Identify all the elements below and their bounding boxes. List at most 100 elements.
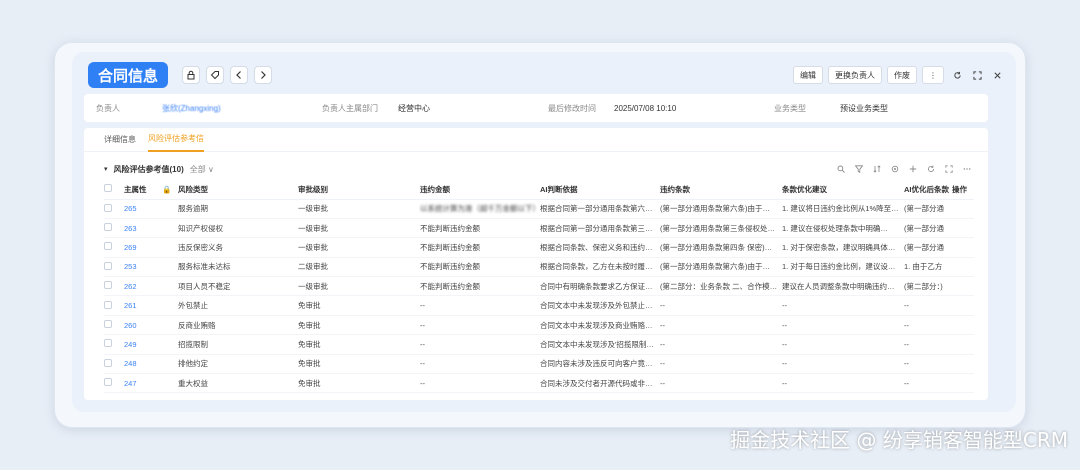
header-bar: 合同信息 编辑 更换负责人 作废 ⋮ — [88, 60, 1004, 90]
risk-type-cell: 项目人员不稳定 — [178, 276, 298, 297]
column-header[interactable]: 风险类型 — [178, 180, 298, 200]
expand-icon[interactable] — [970, 68, 984, 82]
table-row[interactable]: 263 知识产权侵权 一级审批 不能判断违约金额 根据合同第一部分通用条款第三… (第一部… — [104, 218, 974, 239]
edit-button[interactable]: 编辑 — [793, 66, 823, 84]
column-header[interactable]: 主属性 — [124, 180, 162, 200]
owner-link[interactable]: 张欣(Zhangxing) — [162, 103, 221, 114]
add-icon[interactable] — [908, 164, 918, 174]
table-row[interactable]: 247 重大权益 免审批 -- 合同未涉及交付者开源代码或非… -- -- -- — [104, 373, 974, 394]
risk-type-cell: 招揽限制 — [178, 334, 298, 355]
record-id-link[interactable]: 263 — [124, 218, 162, 239]
refresh-icon[interactable] — [926, 164, 936, 174]
settings-icon[interactable] — [890, 164, 900, 174]
approval-level-cell: 二级审批 — [298, 257, 420, 278]
table-row[interactable]: 265 服务逾期 一级审批 以系统计算为准（超千万金额以下） 根据合同第一部分通用条款第… — [104, 199, 974, 219]
row-checkbox[interactable] — [104, 199, 124, 219]
advice-cell: 1. 建议将日违约金比例从1%降至… — [782, 199, 904, 219]
chevron-right-icon[interactable] — [254, 66, 273, 84]
void-button[interactable]: 作废 — [887, 66, 917, 84]
table-row[interactable]: 260 反商业贿赂 免审批 -- 合同文本中未发现涉及商业贿赂… -- -- -- — [104, 315, 974, 336]
row-checkbox[interactable] — [104, 218, 124, 239]
actions-cell[interactable] — [952, 199, 974, 219]
record-id-link[interactable]: 247 — [124, 373, 162, 394]
change-owner-button[interactable]: 更换负责人 — [828, 66, 882, 84]
info-label: 最后修改时间 — [548, 103, 596, 113]
actions-cell[interactable] — [952, 276, 974, 297]
more-icon[interactable] — [962, 164, 972, 174]
collapse-icon[interactable]: ▾ — [104, 165, 108, 173]
table-row[interactable]: 249 招揽限制 免审批 -- 合同文本中未发现涉及'招揽限制… -- -- -- — [104, 334, 974, 355]
ai-clause-cell: -- — [904, 373, 952, 394]
spacer-cell — [162, 295, 178, 316]
sort-icon[interactable] — [872, 164, 882, 174]
column-header[interactable]: 审批级别 — [298, 180, 420, 200]
column-header[interactable]: 违约条款 — [660, 180, 782, 200]
amount-cell: -- — [420, 373, 540, 394]
table-row[interactable]: 261 外包禁止 免审批 -- 合同文本中未发现涉及外包禁止… -- -- -- — [104, 295, 974, 316]
refresh-icon[interactable] — [950, 68, 964, 82]
row-checkbox[interactable] — [104, 295, 124, 316]
advice-cell: -- — [782, 334, 904, 355]
record-id-link[interactable]: 261 — [124, 295, 162, 316]
advice-cell: -- — [782, 373, 904, 394]
more-button[interactable]: ⋮ — [922, 66, 944, 84]
lock-icon[interactable] — [182, 66, 201, 84]
record-id-link[interactable]: 265 — [124, 199, 162, 219]
row-checkbox[interactable] — [104, 315, 124, 336]
table-row[interactable]: 262 项目人员不稳定 一级审批 不能判断违约金额 合同中有明确条款要求乙方保证… (第二… — [104, 276, 974, 297]
advice-cell: -- — [782, 295, 904, 316]
column-header[interactable]: AI判断依据 — [540, 180, 660, 200]
table-row[interactable]: 269 违反保密义务 一级审批 不能判断违约金额 根据合同条款、保密义务和违约… (第一部… — [104, 237, 974, 258]
record-id-link[interactable]: 248 — [124, 354, 162, 375]
filter-icon[interactable] — [854, 164, 864, 174]
advice-cell: -- — [782, 315, 904, 336]
amount-cell: -- — [420, 334, 540, 355]
row-checkbox[interactable] — [104, 276, 124, 297]
actions-cell[interactable] — [952, 315, 974, 336]
actions-cell[interactable] — [952, 334, 974, 355]
amount-cell: -- — [420, 354, 540, 375]
search-icon[interactable] — [836, 164, 846, 174]
column-header[interactable]: 操作 — [952, 180, 974, 200]
column-header[interactable]: AI优化后条款 — [904, 180, 952, 200]
actions-cell[interactable] — [952, 295, 974, 316]
row-checkbox[interactable] — [104, 237, 124, 258]
risk-table: 主属性 🔒 风险类型 审批级别 违约金额 AI判断依据 违约条款 条款优化建议 … — [104, 180, 974, 394]
record-id-link[interactable]: 253 — [124, 257, 162, 278]
close-icon[interactable] — [990, 68, 1004, 82]
row-checkbox[interactable] — [104, 373, 124, 394]
actions-cell[interactable] — [952, 237, 974, 258]
actions-cell[interactable] — [952, 354, 974, 375]
info-value: 2025/07/08 10:10 — [614, 103, 677, 113]
table-row[interactable]: 248 排他约定 免审批 -- 合同内容未涉及违反可向客户竟… -- -- -- — [104, 354, 974, 375]
tab-risk-assessment[interactable]: 风险评估参考信 — [148, 128, 204, 152]
record-id-link[interactable]: 262 — [124, 276, 162, 297]
ai-basis-cell: 合同未涉及交付者开源代码或非… — [540, 373, 660, 394]
actions-cell[interactable] — [952, 257, 974, 278]
record-id-link[interactable]: 249 — [124, 334, 162, 355]
tab-details[interactable]: 详细信息 — [104, 128, 136, 152]
record-id-link[interactable]: 269 — [124, 237, 162, 258]
actions-cell[interactable] — [952, 218, 974, 239]
advice-cell: 1. 建议在侵权处理条款中明确… — [782, 218, 904, 239]
approval-level-cell: 免审批 — [298, 373, 420, 394]
column-header[interactable]: 违约金额 — [420, 180, 540, 200]
clause-cell: (第一部分通用条款第四条 保密)… — [660, 237, 782, 258]
chevron-left-icon[interactable] — [230, 66, 249, 84]
risk-type-cell: 服务逾期 — [178, 199, 298, 219]
table-row[interactable]: 253 服务标准未达标 二级审批 不能判断违约金额 根据合同条款，乙方在未按时履… (第一… — [104, 257, 974, 278]
tag-icon[interactable] — [206, 66, 225, 84]
actions-cell[interactable] — [952, 373, 974, 394]
row-checkbox[interactable] — [104, 334, 124, 355]
record-id-link[interactable]: 260 — [124, 315, 162, 336]
row-checkbox[interactable] — [104, 354, 124, 375]
filter-dropdown[interactable]: 全部 ∨ — [190, 164, 214, 175]
advice-cell: 1. 对于保密条款，建议明确具体… — [782, 237, 904, 258]
select-all-checkbox[interactable] — [104, 180, 124, 200]
toolbar — [828, 164, 972, 174]
ai-clause-cell: -- — [904, 354, 952, 375]
fullscreen-icon[interactable] — [944, 164, 954, 174]
row-checkbox[interactable] — [104, 257, 124, 278]
approval-level-cell: 免审批 — [298, 295, 420, 316]
column-header[interactable]: 条款优化建议 — [782, 180, 904, 200]
